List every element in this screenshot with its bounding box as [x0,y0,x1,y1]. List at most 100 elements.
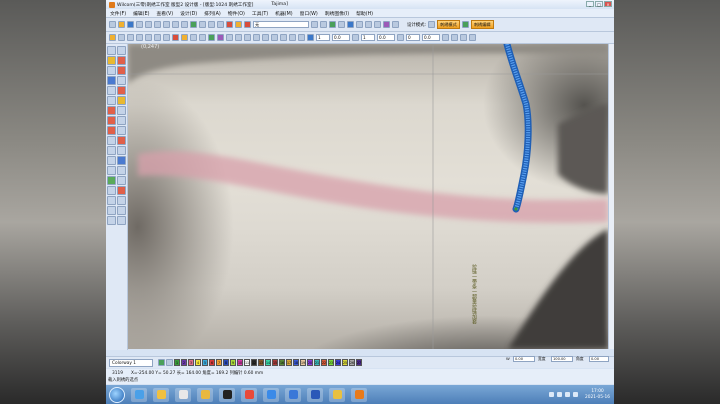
color-swatch[interactable]: 21 [314,359,320,366]
palette-edit-icon[interactable] [166,359,173,366]
tatami-icon[interactable] [244,34,251,41]
outline-icon[interactable] [217,34,224,41]
auto-digitize-icon[interactable] [289,34,296,41]
spiral-tool-icon[interactable] [117,126,126,135]
green-circle-tool-icon[interactable] [107,176,116,185]
feather-app-button[interactable] [285,387,301,402]
cut-tool-icon[interactable] [107,146,116,155]
menu-machine[interactable]: 机器(M) [275,10,292,17]
sequence-tool-icon[interactable] [117,206,126,215]
grid-icon[interactable] [199,21,206,28]
option-c-icon[interactable] [460,34,467,41]
clock[interactable]: 17:00 2021-05-16 [585,389,610,401]
run-icon[interactable] [253,34,260,41]
color-swatch[interactable]: 7 [216,359,222,366]
jump-tool-icon[interactable] [117,216,126,225]
vertical-scrollbar[interactable] [608,44,614,349]
color-swatch[interactable]: 27 [356,359,362,366]
option-d-icon[interactable] [469,34,476,41]
tool-f-icon[interactable] [374,21,381,28]
value-field-d[interactable]: 0.0 [377,34,395,41]
density-tool-icon[interactable] [107,186,116,195]
design-canvas[interactable]: 拉链一带条一超量拉链加套 (0,247) [128,44,608,349]
pen-tool-icon[interactable] [117,56,126,65]
color-swatch[interactable]: 13 [258,359,264,366]
minimize-button[interactable]: _ [586,1,594,7]
menu-file[interactable]: 文件(F) [110,10,126,17]
entry-exit-tool-icon[interactable] [117,166,126,175]
readout-value-width[interactable]: 100.00 [551,356,573,362]
lettering-icon[interactable] [271,34,278,41]
stitch-angle-tool-icon[interactable] [107,166,116,175]
color-swatch[interactable]: 8 [223,359,229,366]
spacer-icon[interactable] [352,34,359,41]
measure-icon[interactable] [208,21,215,28]
tool-a-icon[interactable] [329,21,336,28]
wilcom-app-button[interactable] [351,387,367,402]
text-icon[interactable] [235,21,242,28]
branch-tool-icon[interactable] [107,206,116,215]
palette-add-icon[interactable] [158,359,165,366]
pointer-tool-icon[interactable] [107,46,116,55]
tie-tool-icon[interactable] [117,156,126,165]
menu-help[interactable]: 帮助(H) [356,10,373,17]
bold-icon[interactable] [311,21,318,28]
colorway-select[interactable]: Colorway 1 [109,358,153,367]
color-swatch[interactable]: 9 [230,359,236,366]
menu-tools[interactable]: 工具(T) [252,10,268,17]
menu-view[interactable]: 查看(V) [156,10,173,17]
color-swatch[interactable]: 22 [321,359,327,366]
undo-icon[interactable] [172,21,179,28]
hand-tool-icon[interactable] [117,46,126,55]
tray-flag-icon[interactable] [573,392,579,397]
color-swatch[interactable]: 25 [342,359,348,366]
align-right-icon[interactable] [145,34,152,41]
delete-icon[interactable] [244,21,251,28]
column-icon[interactable] [226,34,233,41]
color-swatch[interactable]: 17 [286,359,292,366]
tool-h-icon[interactable] [392,21,399,28]
trim-tool-icon[interactable] [107,156,116,165]
value-field-e[interactable]: 0 [406,34,420,41]
menu-design[interactable]: 设计(D) [180,10,197,17]
align-center-icon[interactable] [136,34,143,41]
color-swatch[interactable]: 23 [328,359,334,366]
satin-icon[interactable] [235,34,242,41]
tool-g-icon[interactable] [383,21,390,28]
color-swatch[interactable]: 2 [181,359,187,366]
color-swatch[interactable]: 19 [300,359,306,366]
color-swatch[interactable]: 20 [307,359,313,366]
color-tool-icon[interactable] [117,176,126,185]
readout-value-w[interactable]: 0.00 [513,356,535,362]
spacer-icon-2[interactable] [397,34,404,41]
tool-c-icon[interactable] [347,21,354,28]
tool-d-icon[interactable] [356,21,363,28]
mode-extra-icon[interactable] [461,21,469,28]
explorer-app-button[interactable] [153,387,169,402]
value-field-c[interactable]: 1 [361,34,375,41]
mode-dropdown-icon[interactable] [428,21,436,28]
curve-tool-icon[interactable] [117,66,126,75]
close-button[interactable]: × [604,1,612,7]
font-field[interactable]: 无 [253,21,309,28]
heart-tool-icon[interactable] [107,126,116,135]
ellipse-tool-icon[interactable] [107,116,116,125]
chrome-app-button[interactable] [241,387,257,402]
tray-network-icon[interactable] [549,392,555,397]
qq-app-button[interactable] [219,387,235,402]
color-swatch[interactable]: 6 [209,359,215,366]
cut-icon[interactable] [145,21,152,28]
applique-icon[interactable] [262,34,269,41]
circle-tool-icon[interactable] [107,106,116,115]
readout-value-angle[interactable]: 0.00 [589,356,609,362]
maximize-button[interactable]: □ [595,1,603,7]
tray-volume-icon[interactable] [557,392,563,397]
star-tool-icon[interactable] [117,116,126,125]
line-tool-icon[interactable] [107,66,116,75]
select-icon[interactable] [109,34,116,41]
mirror-h-icon[interactable] [190,34,197,41]
start-button[interactable] [109,386,125,403]
zoom-icon[interactable] [190,21,197,28]
menu-object[interactable]: 物件(O) [228,10,245,17]
ungroup-icon[interactable] [163,34,170,41]
